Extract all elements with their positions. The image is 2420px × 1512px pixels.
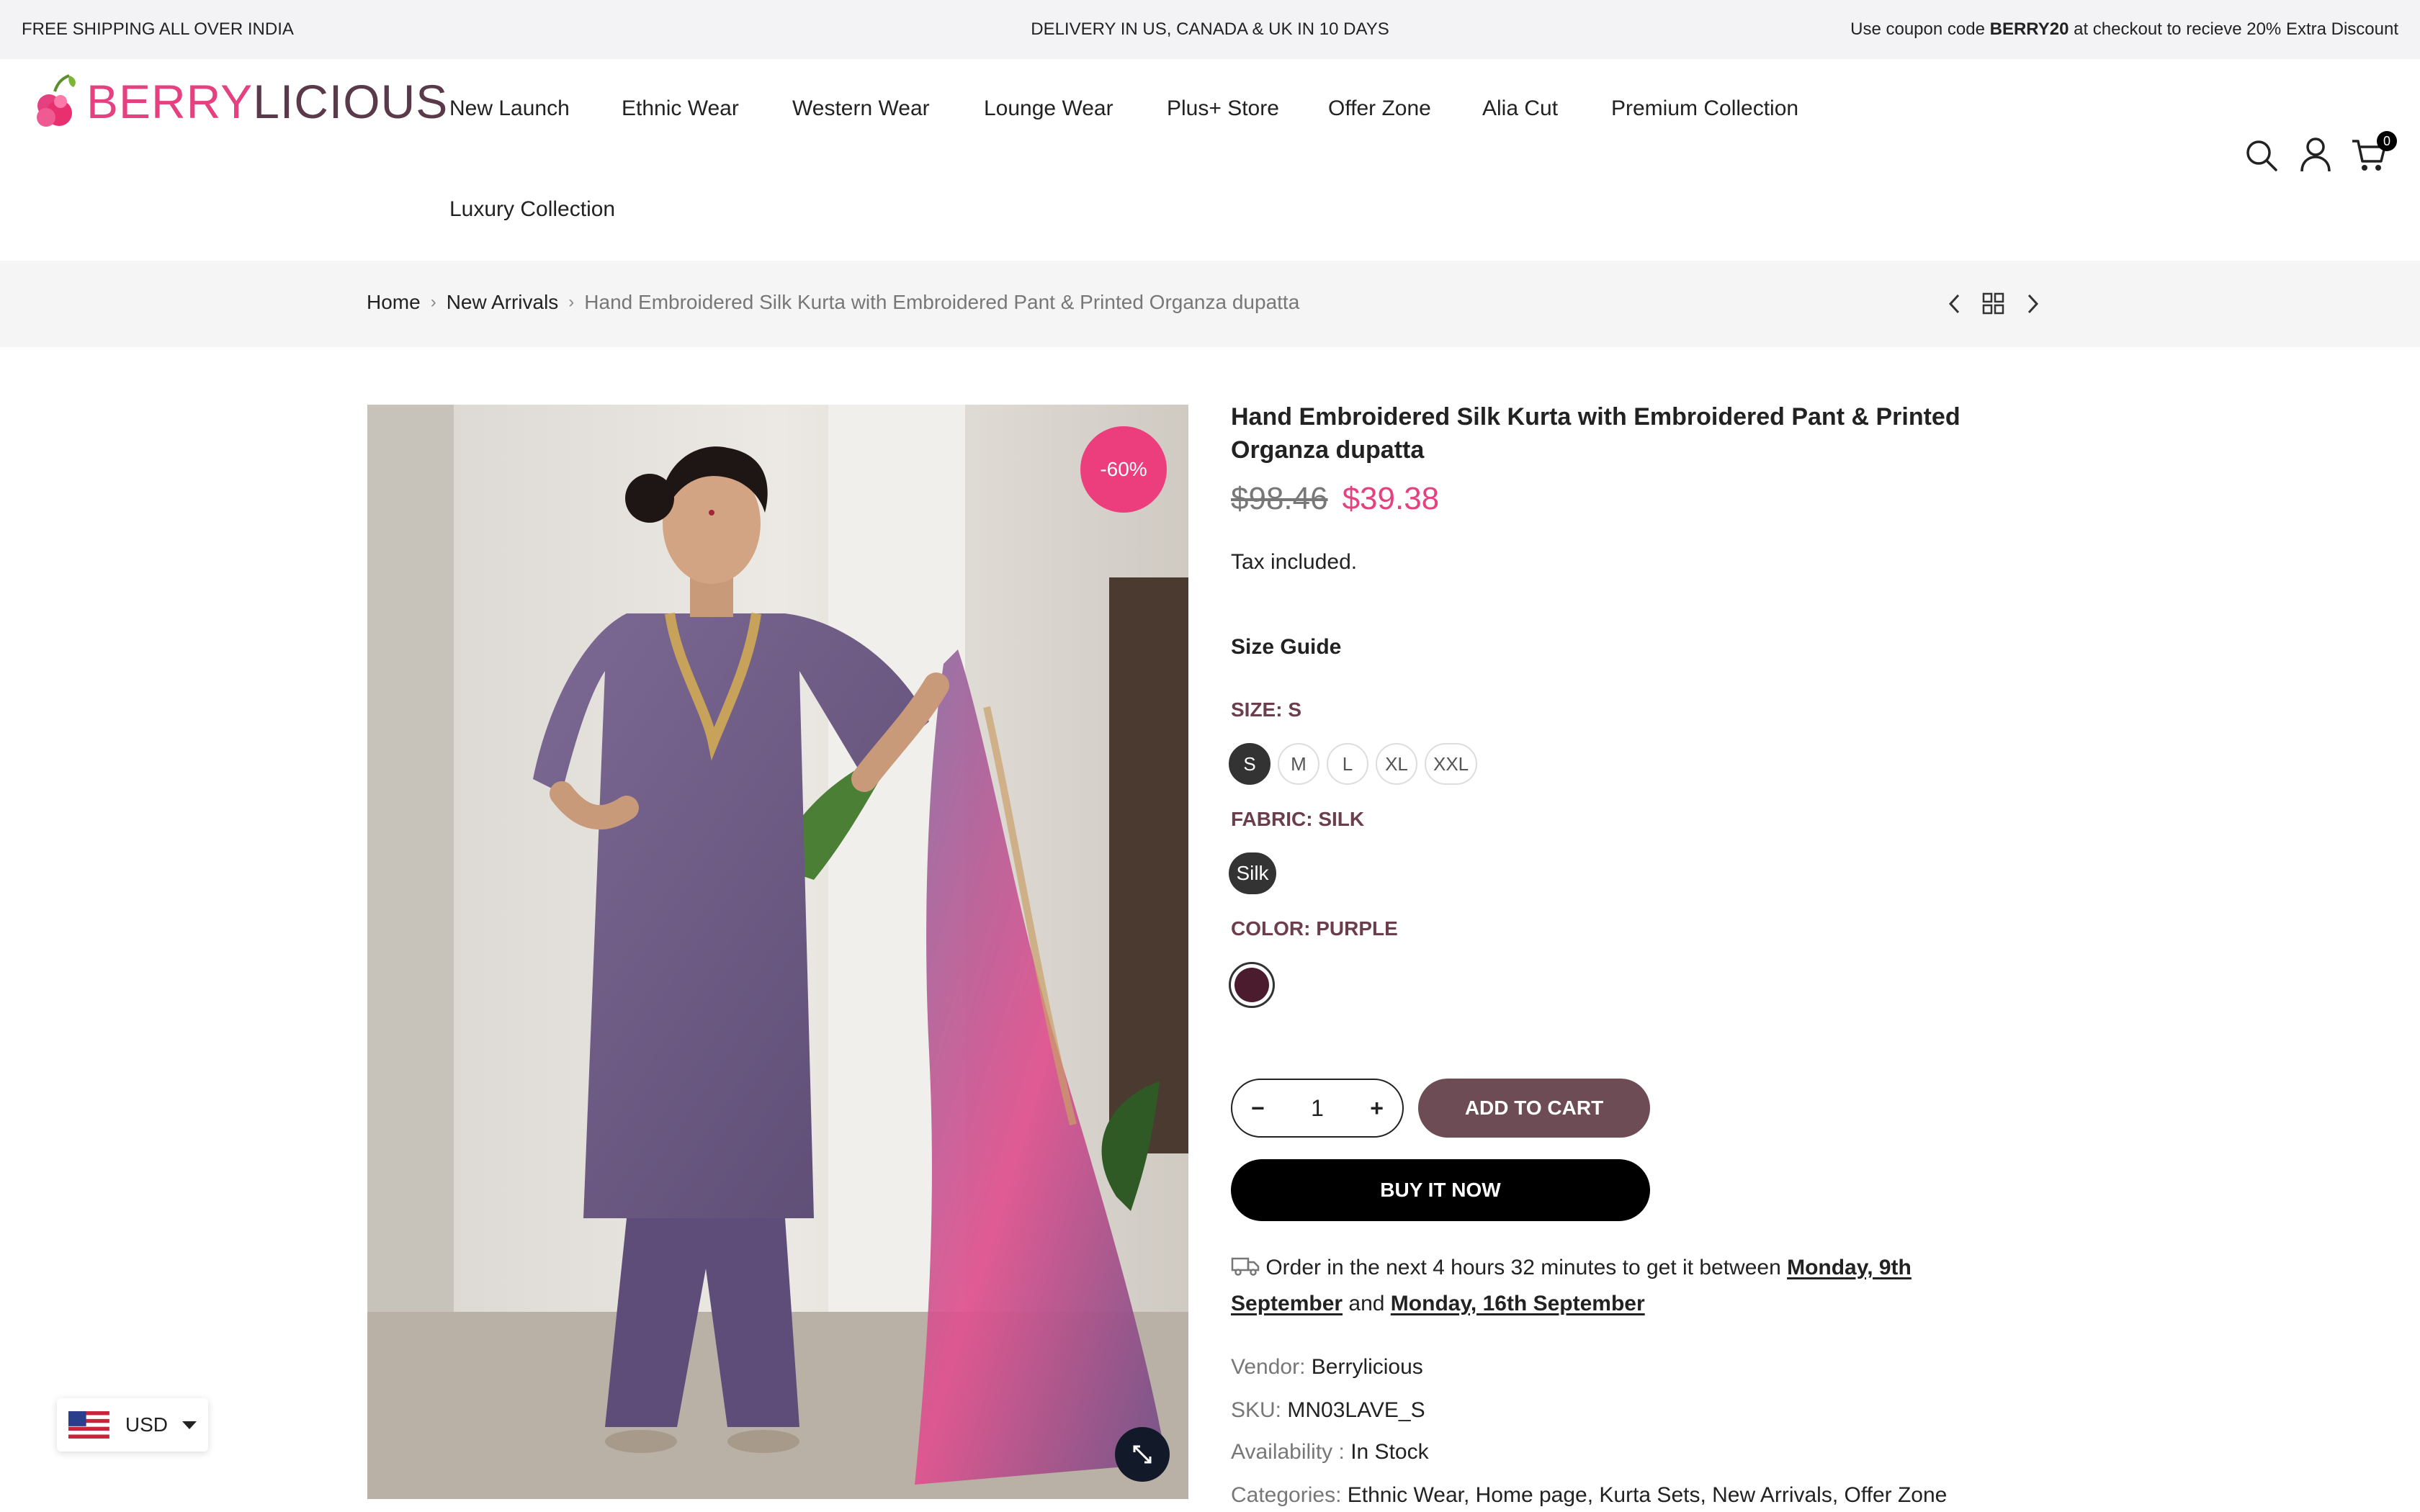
coupon-text-suffix: at checkout to recieve 20% Extra Discoun… [2069,19,2398,39]
nav-ethnic-wear[interactable]: Ethnic Wear [622,96,739,121]
breadcrumb-bar: Home › New Arrivals › Hand Embroidered S… [0,261,2420,347]
expand-icon [1133,1445,1152,1464]
account-icon[interactable] [2299,137,2332,173]
delivery-and: and [1343,1292,1391,1315]
availability-value: In Stock [1350,1440,1429,1464]
compare-at-price: $98.46 [1231,481,1328,516]
product-image[interactable] [367,405,1188,1499]
categories-value[interactable]: Ethnic Wear, Home page, Kurta Sets, New … [1348,1483,1948,1507]
truck-icon [1231,1257,1260,1276]
breadcrumb-home[interactable]: Home [367,291,421,314]
cherry-logo-icon [37,74,76,127]
nav-offer-zone[interactable]: Offer Zone [1328,96,1431,121]
vendor-label: Vendor: [1231,1355,1306,1379]
vendor-row: Vendor: Berrylicious [1231,1355,1423,1380]
nav-alia-cut[interactable]: Alia Cut [1482,96,1558,121]
sku-label: SKU: [1231,1398,1282,1422]
coupon-text-prefix: Use coupon code [1850,19,1990,39]
fabric-option-label: FABRIC: SILK [1231,808,1365,830]
breadcrumb-new-arrivals[interactable]: New Arrivals [447,291,559,314]
brand-name-part1: BERRY [86,75,254,128]
breadcrumb: Home › New Arrivals › Hand Embroidered S… [367,291,1299,314]
delivery-prefix: Order in the next 4 hours 32 minutes to … [1265,1256,1788,1279]
breadcrumb-separator-icon: › [430,292,436,312]
vendor-value[interactable]: Berrylicious [1312,1355,1423,1379]
product-title: Hand Embroidered Silk Kurta with Embroid… [1231,403,1960,464]
size-option-label: SIZE: S [1231,698,1302,721]
availability-label: Availability : [1231,1440,1345,1464]
size-option-s[interactable]: S [1229,743,1270,785]
availability-row: Availability : In Stock [1231,1440,1429,1464]
size-option-xxl[interactable]: XXL [1425,743,1478,785]
brand-logo[interactable]: BERRYLICIOUS [33,69,448,134]
nav-luxury-collection[interactable]: Luxury Collection [449,197,615,222]
color-option-label: COLOR: PURPLE [1231,917,1398,940]
sku-row: SKU: MN03LAVE_S [1231,1398,1425,1423]
chevron-down-icon [182,1421,197,1429]
categories-row: Categories: Ethnic Wear, Home page, Kurt… [1231,1483,1947,1508]
discount-badge: -60% [1080,426,1167,513]
search-icon[interactable] [2244,138,2279,173]
quantity-decrease-button[interactable]: − [1251,1095,1265,1122]
brand-name: BERRYLICIOUS [86,74,448,129]
quantity-increase-button[interactable]: + [1370,1095,1384,1122]
size-guide-link[interactable]: Size Guide [1231,635,1341,660]
grid-icon[interactable] [1982,291,2005,317]
size-option-l[interactable]: L [1327,743,1368,785]
currency-code: USD [125,1413,168,1436]
nav-plus-store[interactable]: Plus+ Store [1167,96,1279,121]
color-swatch-purple[interactable] [1229,962,1275,1008]
cart-count-badge: 0 [2377,131,2397,151]
quantity-stepper: − 1 + [1231,1079,1404,1138]
nav-western-wear[interactable]: Western Wear [792,96,930,121]
delivery-estimate: Order in the next 4 hours 32 minutes to … [1231,1250,2009,1322]
us-flag-icon [68,1411,109,1439]
size-options: S M L XL XXL [1229,743,1478,785]
buy-now-button[interactable]: BUY IT NOW [1231,1159,1650,1221]
zoom-button[interactable] [1115,1427,1170,1482]
chevron-left-icon[interactable] [1945,291,1965,317]
breadcrumb-current: Hand Embroidered Silk Kurta with Embroid… [584,291,1300,313]
sale-price: $39.38 [1342,481,1440,516]
nav-new-launch[interactable]: New Launch [449,96,570,121]
fabric-option-silk[interactable]: Silk [1229,852,1276,894]
brand-name-part2: LICIOUS [253,75,449,128]
tax-note: Tax included. [1231,550,1358,574]
size-option-m[interactable]: M [1278,743,1319,785]
categories-label: Categories: [1231,1483,1342,1507]
price-block: $98.46 $39.38 [1231,481,1439,517]
currency-selector[interactable]: USD [57,1398,208,1452]
color-swatch-fill [1234,968,1269,1002]
chevron-right-icon[interactable] [2022,291,2043,317]
product-photo-illustration [367,405,1188,1499]
announcement-right: Use coupon code BERRY20 at checkout to r… [1850,19,2398,40]
delivery-date-end: Monday, 16th September [1390,1292,1645,1315]
nav-lounge-wear[interactable]: Lounge Wear [984,96,1113,121]
sku-value: MN03LAVE_S [1287,1398,1425,1422]
size-option-xl[interactable]: XL [1376,743,1417,785]
coupon-code: BERRY20 [1989,19,2069,39]
add-to-cart-button[interactable]: ADD TO CART [1418,1079,1650,1138]
quantity-value[interactable]: 1 [1311,1095,1324,1122]
breadcrumb-separator-icon: › [568,292,575,312]
nav-premium-collection[interactable]: Premium Collection [1611,96,1798,121]
announcement-bar: FREE SHIPPING ALL OVER INDIA DELIVERY IN… [0,0,2420,59]
